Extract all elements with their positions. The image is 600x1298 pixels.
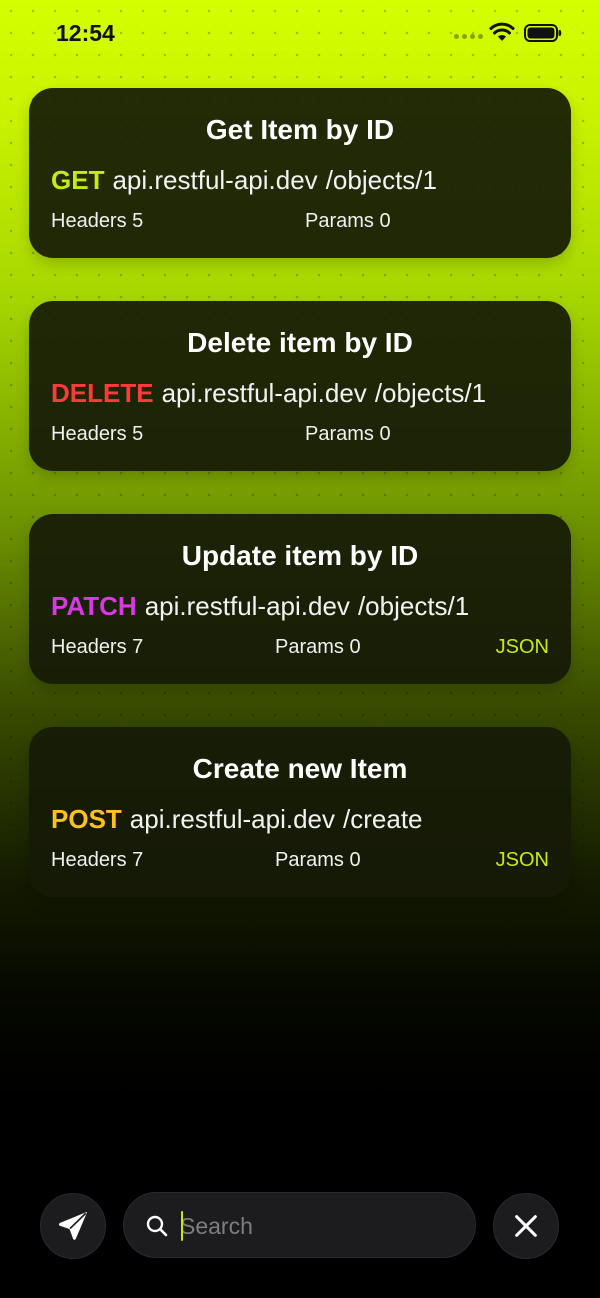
http-method: GET [51,165,105,195]
wifi-icon [489,22,515,41]
headers-count: Headers 5 [51,210,144,232]
request-host: api.restful-api.dev [129,804,336,834]
search-field[interactable] [123,1192,476,1258]
request-url-line: GET api.restful-api.dev/objects/1 [51,165,437,196]
body-type-badge: JSON [495,636,549,658]
request-card[interactable]: Delete item by ID DELETE api.restful-api.… [29,301,571,471]
http-method: POST [51,804,122,834]
close-button[interactable] [493,1193,559,1259]
request-path: /objects/1 [357,591,470,621]
body-type-badge: JSON [495,849,549,871]
request-host: api.restful-api.dev [112,165,318,195]
cellular-signal-icon [454,34,483,39]
request-card[interactable]: Update item by ID PATCH api.restful-api.d… [29,514,571,684]
paper-plane-icon [58,1212,87,1240]
params-count: Params 0 [275,636,361,658]
request-card[interactable]: Create new Item POST api.restful-api.dev /… [29,727,571,897]
request-title: Update item by ID [181,540,419,571]
request-path: /objects/1 [325,165,437,195]
params-count: Params 0 [275,849,361,871]
params-count: Params 0 [305,423,391,445]
headers-count: Headers 7 [51,849,144,871]
request-path: /objects/1 [374,378,487,408]
http-method: PATCH [51,591,137,621]
status-time: 12:54 [56,20,115,46]
request-path: /create [343,804,423,834]
close-icon [515,1215,537,1237]
request-card[interactable]: Get Item by ID GET api.restful-api.dev/ob… [29,88,571,258]
request-url-line: PATCH api.restful-api.dev/objects/1 [51,591,469,622]
request-title: Delete item by ID [187,327,413,358]
http-method: DELETE [51,378,154,408]
headers-count: Headers 5 [51,423,144,445]
request-url-line: POST api.restful-api.dev/create [51,804,423,835]
battery-icon [524,24,561,42]
headers-count: Headers 7 [51,636,144,658]
send-button[interactable] [40,1193,106,1259]
request-title: Create new Item [192,753,408,784]
search-input[interactable] [180,1207,460,1245]
text-cursor [181,1211,183,1241]
status-bar: 12:54 [0,0,600,70]
request-host: api.restful-api.dev [144,591,350,621]
bottom-toolbar [0,1190,600,1260]
request-list: Get Item by ID GET api.restful-api.dev/ob… [29,88,571,940]
params-count: Params 0 [305,210,391,232]
request-host: api.restful-api.dev [161,378,367,408]
search-icon [146,1215,168,1237]
request-title: Get Item by ID [205,114,395,145]
request-url-line: DELETE api.restful-api.dev/objects/1 [51,378,486,409]
